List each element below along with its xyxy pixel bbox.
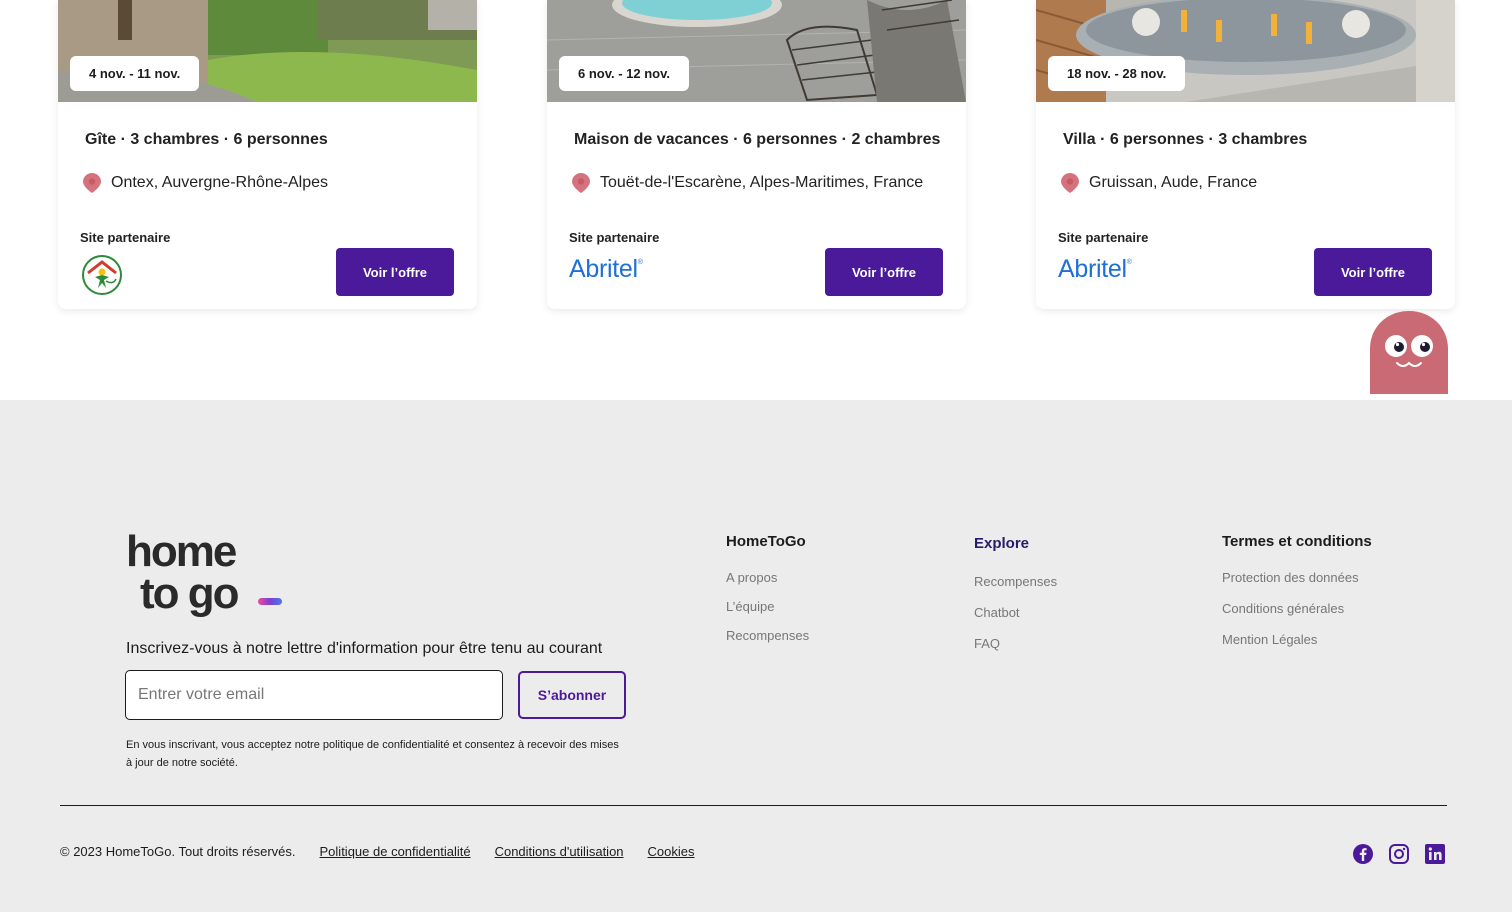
property-card[interactable]: 6 nov. - 12 nov. Maison de vacances · 6 … — [547, 0, 966, 309]
footer-link-faq[interactable]: FAQ — [974, 636, 1057, 651]
footer-column-title: Termes et conditions — [1222, 533, 1372, 550]
property-location: Touët-de-l'Escarène, Alpes-Maritimes, Fr… — [571, 172, 923, 194]
logo-line-2: to go — [140, 569, 239, 618]
cookies-link[interactable]: Cookies — [648, 844, 695, 859]
linkedin-icon[interactable] — [1424, 843, 1446, 865]
newsletter-heading: Inscrivez-vous à notre lettre d'informat… — [126, 640, 603, 657]
property-title[interactable]: Gîte · 3 chambres · 6 personnes — [85, 131, 328, 149]
location-pin-icon — [572, 173, 590, 193]
date-range-chip: 4 nov. - 11 nov. — [70, 56, 200, 91]
abritel-wordmark: Abritel — [569, 255, 638, 283]
view-offer-button[interactable]: Voir l’offre — [1314, 248, 1432, 296]
location-pin-icon — [83, 173, 101, 193]
footer-column-terms: Termes et conditions Protection des donn… — [1222, 533, 1372, 663]
property-photo[interactable]: 18 nov. - 28 nov. — [1036, 0, 1455, 102]
subscribe-button[interactable]: S’abonner — [518, 671, 626, 719]
view-offer-button[interactable]: Voir l’offre — [825, 248, 943, 296]
hometogo-logo[interactable]: home to go — [126, 527, 286, 623]
instagram-icon[interactable] — [1388, 843, 1410, 865]
social-links — [1352, 843, 1446, 865]
partner-label: Site partenaire — [1058, 230, 1149, 245]
copyright-text: © 2023 HomeToGo. Tout droits réservés. — [60, 844, 296, 859]
privacy-policy-link[interactable]: Politique de confidentialité — [320, 844, 471, 859]
footer-bottom-bar: © 2023 HomeToGo. Tout droits réservés. P… — [60, 844, 695, 859]
location-pin-icon — [1061, 173, 1079, 193]
footer-link-general-conditions[interactable]: Conditions générales — [1222, 601, 1372, 616]
footer-divider — [60, 805, 1447, 806]
consent-text: En vous inscrivant, vous acceptez notre … — [126, 739, 619, 769]
view-offer-button[interactable]: Voir l’offre — [336, 248, 454, 296]
facebook-icon[interactable] — [1352, 843, 1374, 865]
footer-column-hometogo: HomeToGo A propos L’équipe Recompenses — [726, 533, 809, 657]
date-range-chip: 18 nov. - 28 nov. — [1048, 56, 1186, 91]
property-title[interactable]: Maison de vacances · 6 personnes · 2 cha… — [574, 131, 940, 149]
property-location: Ontex, Auvergne-Rhône-Alpes — [82, 172, 328, 194]
footer-column-explore: Explore Recompenses Chatbot FAQ — [974, 535, 1057, 667]
footer-link-rewards[interactable]: Recompenses — [726, 628, 809, 643]
abritel-logo: Abritel® — [1058, 255, 1132, 283]
gites-de-france-logo — [80, 255, 124, 300]
abritel-logo: Abritel® — [569, 255, 643, 283]
site-footer: home to go Inscrivez-vous à notre lettre… — [0, 400, 1512, 912]
partner-label: Site partenaire — [80, 230, 171, 245]
terms-of-use-link[interactable]: Conditions d'utilisation — [495, 844, 624, 859]
property-photo[interactable]: 4 nov. - 11 nov. — [58, 0, 477, 102]
property-title[interactable]: Villa · 6 personnes · 3 chambres — [1063, 131, 1307, 149]
footer-link-rewards[interactable]: Recompenses — [974, 574, 1057, 589]
footer-link-about[interactable]: A propos — [726, 570, 809, 585]
email-input[interactable] — [125, 670, 503, 720]
property-location: Gruissan, Aude, France — [1060, 172, 1257, 194]
chatbot-mascot-icon[interactable] — [1370, 311, 1448, 394]
property-results: 4 nov. - 11 nov. Gîte · 3 chambres · 6 p… — [0, 0, 1512, 400]
date-range-chip: 6 nov. - 12 nov. — [559, 56, 689, 91]
location-text: Gruissan, Aude, France — [1089, 174, 1258, 191]
footer-link-legal-notice[interactable]: Mention Légales — [1222, 632, 1372, 647]
footer-column-title: HomeToGo — [726, 533, 806, 550]
partner-label: Site partenaire — [569, 230, 660, 245]
property-photo[interactable]: 6 nov. - 12 nov. — [547, 0, 966, 102]
footer-column-title: Explore — [974, 535, 1030, 552]
footer-link-data-protection[interactable]: Protection des données — [1222, 570, 1372, 585]
abritel-wordmark: Abritel — [1058, 255, 1127, 283]
location-text: Touët-de-l'Escarène, Alpes-Maritimes, Fr… — [600, 174, 924, 191]
property-card[interactable]: 4 nov. - 11 nov. Gîte · 3 chambres · 6 p… — [58, 0, 477, 309]
footer-link-team[interactable]: L’équipe — [726, 599, 809, 614]
location-text: Ontex, Auvergne-Rhône-Alpes — [111, 174, 329, 191]
property-card[interactable]: 18 nov. - 28 nov. Villa · 6 personnes · … — [1036, 0, 1455, 309]
footer-link-chatbot[interactable]: Chatbot — [974, 605, 1057, 620]
